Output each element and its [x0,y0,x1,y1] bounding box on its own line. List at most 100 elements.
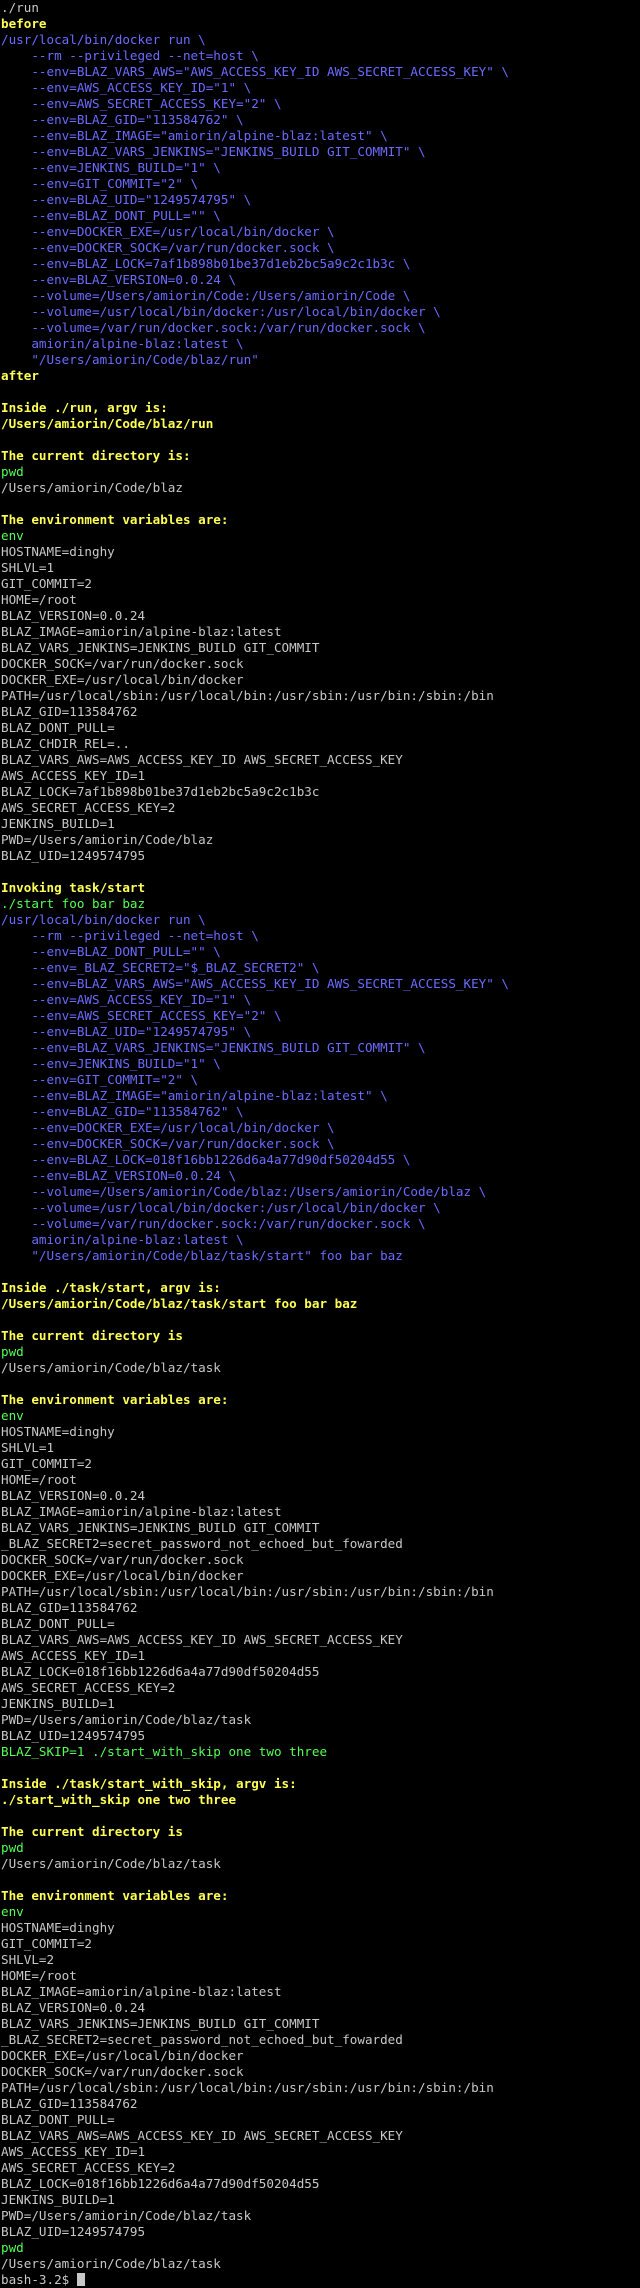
docker-command-line: "/Users/amiorin/Code/blaz/task/start" fo… [1,1248,403,1263]
output-line: BLAZ_UID=1249574795 [1,848,146,863]
output-line: BLAZ_IMAGE=amiorin/alpine-blaz:latest [1,1984,282,1999]
heading-line: Inside ./task/start, argv is: [1,1280,221,1295]
output-line: BLAZ_GID=113584762 [1,2096,138,2111]
shell-command-line: ./start foo bar baz [1,896,146,911]
docker-command-line: --env=BLAZ_DONT_PULL="" \ [1,944,221,959]
output-line: BLAZ_IMAGE=amiorin/alpine-blaz:latest [1,1504,282,1519]
docker-command-line: --volume=/Users/amiorin/Code/blaz:/Users… [1,1184,487,1199]
output-line: /Users/amiorin/Code/blaz/task [1,1856,221,1871]
shell-command-line: env [1,1904,24,1919]
output-line: HOME=/root [1,1968,77,1983]
output-line: BLAZ_UID=1249574795 [1,2224,146,2239]
shell-prompt-line[interactable]: bash-3.2$ [0,2272,640,2288]
output-line: DOCKER_EXE=/usr/local/bin/docker [1,2048,244,2063]
docker-command-line: /usr/local/bin/docker run \ [1,32,206,47]
heading-line: Inside ./task/start_with_skip, argv is: [1,1776,297,1791]
docker-command-line: --env=BLAZ_VARS_JENKINS="JENKINS_BUILD G… [1,1040,426,1055]
docker-command-line: --env=AWS_SECRET_ACCESS_KEY="2" \ [1,96,282,111]
output-line: HOSTNAME=dinghy [1,544,115,559]
docker-command-line: --env=BLAZ_VARS_AWS="AWS_ACCESS_KEY_ID A… [1,976,509,991]
heading-line: The environment variables are: [1,1392,229,1407]
shell-command-line: env [1,1408,24,1423]
docker-command-line: --env=BLAZ_GID="113584762" \ [1,112,244,127]
output-line: AWS_ACCESS_KEY_ID=1 [1,768,146,783]
docker-command-line: --env=BLAZ_UID="1249574795" \ [1,192,252,207]
docker-command-line: amiorin/alpine-blaz:latest \ [1,1232,244,1247]
heading-line: after [1,368,39,383]
output-line: PWD=/Users/amiorin/Code/blaz/task [1,1712,252,1727]
output-line: SHLVL=1 [1,560,55,575]
output-line: BLAZ_VARS_AWS=AWS_ACCESS_KEY_ID AWS_SECR… [1,1632,403,1647]
shell-command-line: pwd [1,1344,24,1359]
output-line: GIT_COMMIT=2 [1,576,92,591]
output-line: JENKINS_BUILD=1 [1,2192,115,2207]
docker-command-line: /usr/local/bin/docker run \ [1,912,206,927]
docker-command-line: --env=DOCKER_SOCK=/var/run/docker.sock \ [1,1136,335,1151]
output-line: AWS_SECRET_ACCESS_KEY=2 [1,1680,176,1695]
output-line: BLAZ_VARS_JENKINS=JENKINS_BUILD GIT_COMM… [1,2016,320,2031]
output-line: DOCKER_EXE=/usr/local/bin/docker [1,1568,244,1583]
output-line: HOSTNAME=dinghy [1,1424,115,1439]
docker-command-line: --env=BLAZ_VERSION=0.0.24 \ [1,272,237,287]
output-line: PATH=/usr/local/sbin:/usr/local/bin:/usr… [1,688,494,703]
terminal-window[interactable]: ./run before/usr/local/bin/docker run \ -… [0,0,640,2288]
output-line: DOCKER_SOCK=/var/run/docker.sock [1,2064,244,2079]
output-line: PATH=/usr/local/sbin:/usr/local/bin:/usr… [1,2080,494,2095]
output-line: /Users/amiorin/Code/blaz/task [1,1360,221,1375]
heading-line: /Users/amiorin/Code/blaz/run [1,416,214,431]
shell-prompt: bash-3.2$ [1,2272,77,2287]
docker-command-line: --env=BLAZ_DONT_PULL="" \ [1,208,221,223]
heading-line: The environment variables are: [1,512,229,527]
output-line: BLAZ_VERSION=0.0.24 [1,1488,146,1503]
output-line: JENKINS_BUILD=1 [1,816,115,831]
heading-line: ./start_with_skip one two three [1,1792,237,1807]
output-line: BLAZ_GID=113584762 [1,1600,138,1615]
output-line: BLAZ_VARS_AWS=AWS_ACCESS_KEY_ID AWS_SECR… [1,2128,403,2143]
docker-command-line: --env=BLAZ_LOCK=018f16bb1226d6a4a77d90df… [1,1152,411,1167]
output-line: /Users/amiorin/Code/blaz/task [1,2256,221,2271]
output-line: BLAZ_LOCK=018f16bb1226d6a4a77d90df50204d… [1,1664,320,1679]
output-line: _BLAZ_SECRET2=secret_password_not_echoed… [1,2032,403,2047]
docker-command-line: --rm --privileged --net=host \ [1,48,259,63]
heading-line: The current directory is [1,1328,183,1343]
docker-command-line: --env=BLAZ_VERSION=0.0.24 \ [1,1168,237,1183]
heading-line: The current directory is: [1,448,191,463]
output-line: BLAZ_IMAGE=amiorin/alpine-blaz:latest [1,624,282,639]
output-line: BLAZ_DONT_PULL= [1,2112,115,2127]
output-line: BLAZ_DONT_PULL= [1,720,115,735]
shell-command-line: pwd [1,464,24,479]
docker-command-line: --volume=/usr/local/bin/docker:/usr/loca… [1,1200,441,1215]
output-line: DOCKER_SOCK=/var/run/docker.sock [1,1552,244,1567]
output-line: BLAZ_VERSION=0.0.24 [1,2000,146,2015]
output-line: BLAZ_CHDIR_REL=.. [1,736,130,751]
output-line: HOME=/root [1,592,77,607]
output-line: BLAZ_LOCK=018f16bb1226d6a4a77d90df50204d… [1,2176,320,2191]
docker-command-line: --volume=/usr/local/bin/docker:/usr/loca… [1,304,441,319]
heading-line: The environment variables are: [1,1888,229,1903]
output-line: PWD=/Users/amiorin/Code/blaz [1,832,214,847]
output-line: BLAZ_DONT_PULL= [1,1616,115,1631]
docker-command-line: --env=GIT_COMMIT="2" \ [1,176,199,191]
output-line: BLAZ_VARS_AWS=AWS_ACCESS_KEY_ID AWS_SECR… [1,752,403,767]
docker-command-line: --env=BLAZ_GID="113584762" \ [1,1104,244,1119]
output-line: BLAZ_VARS_JENKINS=JENKINS_BUILD GIT_COMM… [1,640,320,655]
docker-command-line: --env=AWS_SECRET_ACCESS_KEY="2" \ [1,1008,282,1023]
docker-command-line: --env=BLAZ_IMAGE="amiorin/alpine-blaz:la… [1,128,388,143]
output-line: HOME=/root [1,1472,77,1487]
text-cursor [76,2273,85,2286]
docker-command-line: --rm --privileged --net=host \ [1,928,259,943]
docker-command-line: --env=BLAZ_IMAGE="amiorin/alpine-blaz:la… [1,1088,388,1103]
docker-command-line: --env=GIT_COMMIT="2" \ [1,1072,199,1087]
shell-command-line: pwd [1,2240,24,2255]
docker-command-line: amiorin/alpine-blaz:latest \ [1,336,244,351]
output-line: AWS_ACCESS_KEY_ID=1 [1,2144,146,2159]
docker-command-line: --env=BLAZ_UID="1249574795" \ [1,1024,252,1039]
output-line: GIT_COMMIT=2 [1,1456,92,1471]
output-line: SHLVL=1 [1,1440,55,1455]
output-line: DOCKER_EXE=/usr/local/bin/docker [1,672,244,687]
